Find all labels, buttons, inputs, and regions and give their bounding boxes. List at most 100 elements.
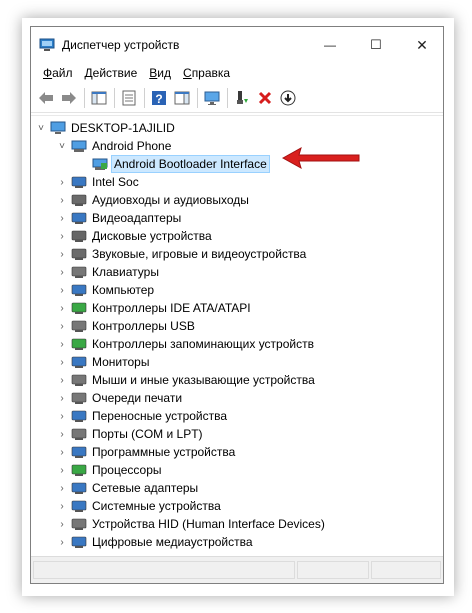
expand-chevron-icon[interactable]: › xyxy=(57,335,67,353)
forward-arrow-icon xyxy=(62,92,76,104)
action-pane-button[interactable] xyxy=(171,87,193,109)
tree-item-category[interactable]: › Контроллеры IDE ATA/ATAPI xyxy=(57,299,253,317)
sound-icon xyxy=(71,246,87,262)
update-driver-icon xyxy=(237,91,248,104)
maximize-button[interactable]: ☐ xyxy=(353,27,399,63)
network-adapter-icon xyxy=(71,480,87,496)
menu-bar: Файл Действие Вид Справка xyxy=(31,63,443,83)
category-label: Контроллеры запоминающих устройств xyxy=(92,337,314,351)
window-title: Диспетчер устройств xyxy=(62,38,180,52)
usb-device-icon xyxy=(92,156,108,172)
status-cell-3 xyxy=(371,561,441,579)
expand-chevron-icon[interactable]: › xyxy=(57,425,67,443)
expand-chevron-icon[interactable]: › xyxy=(57,191,67,209)
category-label: Видеоадаптеры xyxy=(92,211,182,225)
forward-button[interactable] xyxy=(58,87,80,109)
tree-item-category[interactable]: › Процессоры xyxy=(57,461,164,479)
back-button[interactable] xyxy=(35,87,57,109)
tree-item-category[interactable]: › Звуковые, игровые и видеоустройства xyxy=(57,245,308,263)
toolbar-separator xyxy=(114,88,115,108)
tree-item-category[interactable]: › Клавиатуры xyxy=(57,263,161,281)
expand-chevron-icon[interactable]: › xyxy=(57,497,67,515)
expand-chevron-icon[interactable]: › xyxy=(57,281,67,299)
expand-chevron-icon[interactable]: › xyxy=(57,443,67,461)
uninstall-device-button[interactable] xyxy=(254,87,276,109)
tree-item-category[interactable]: › Аудиовходы и аудиовыходы xyxy=(57,191,251,209)
expand-chevron-icon[interactable]: › xyxy=(57,263,67,281)
close-button[interactable]: ✕ xyxy=(399,27,445,63)
tree-item-category[interactable]: › Программные устройства xyxy=(57,443,237,461)
tree-item-category[interactable]: › Очереди печати xyxy=(57,389,184,407)
properties-icon xyxy=(122,90,136,106)
tree-item-category[interactable]: › Цифровые медиаустройства xyxy=(57,533,255,551)
category-label: Цифровые медиаустройства xyxy=(92,535,253,549)
tree-root[interactable]: ˅ DESKTOP-1AJILID xyxy=(36,119,177,137)
properties-button[interactable] xyxy=(118,87,140,109)
tree-item-category[interactable]: › Intel Soc xyxy=(57,173,141,191)
status-bar xyxy=(31,556,443,583)
help-button[interactable]: ? xyxy=(148,87,170,109)
tree-item-category[interactable]: › Системные устройства xyxy=(57,497,223,515)
mouse-icon xyxy=(71,372,87,388)
menu-view[interactable]: Вид xyxy=(143,66,177,80)
maximize-icon: ☐ xyxy=(370,37,382,52)
monitor-scan-icon xyxy=(204,91,220,105)
category-label: Переносные устройства xyxy=(92,409,228,423)
tree-item-category[interactable]: › Порты (COM и LPT) xyxy=(57,425,205,443)
expand-chevron-icon[interactable]: › xyxy=(57,299,67,317)
software-device-icon xyxy=(71,444,87,460)
android-phone-label: Android Phone xyxy=(92,139,172,153)
tree-item-category[interactable]: › Сетевые адаптеры xyxy=(57,479,200,497)
menu-action[interactable]: Действие xyxy=(79,66,144,80)
tree-item-category[interactable]: › Видеоадаптеры xyxy=(57,209,183,227)
category-label: Сетевые адаптеры xyxy=(92,481,199,495)
tree-item-android-phone[interactable]: ˅ Android Phone xyxy=(57,137,173,155)
update-driver-button[interactable] xyxy=(231,87,253,109)
collapse-chevron-icon[interactable]: ˅ xyxy=(36,119,46,137)
title-bar[interactable]: Диспетчер устройств — ☐ ✕ xyxy=(31,27,443,63)
collapse-chevron-icon[interactable]: ˅ xyxy=(57,137,67,155)
expand-chevron-icon[interactable]: › xyxy=(57,515,67,533)
expand-chevron-icon[interactable]: › xyxy=(57,533,67,551)
toolbar-separator xyxy=(227,88,228,108)
category-label: Устройства HID (Human Interface Devices) xyxy=(92,517,325,531)
tree-item-category[interactable]: › Мыши и иные указывающие устройства xyxy=(57,371,317,389)
device-tree[interactable]: ˅ DESKTOP-1AJILID ˅ Android Phone Androi… xyxy=(31,115,443,557)
processor-icon xyxy=(71,462,87,478)
show-hide-console-tree-button[interactable] xyxy=(88,87,110,109)
category-label: Клавиатуры xyxy=(92,265,159,279)
red-pointer-arrow-icon xyxy=(281,146,360,170)
tree-item-category[interactable]: › Переносные устройства xyxy=(57,407,229,425)
tree-item-category[interactable]: › Мониторы xyxy=(57,353,151,371)
expand-chevron-icon[interactable]: › xyxy=(57,371,67,389)
speaker-icon xyxy=(71,192,87,208)
tree-item-android-bootloader-interface[interactable]: Android Bootloader Interface xyxy=(88,155,270,173)
menu-file[interactable]: Файл xyxy=(37,66,79,80)
category-label: Процессоры xyxy=(92,463,162,477)
android-bootloader-interface-label: Android Bootloader Interface xyxy=(111,155,270,173)
red-x-icon xyxy=(258,91,272,105)
tree-item-category[interactable]: › Контроллеры USB xyxy=(57,317,197,335)
minimize-button[interactable]: — xyxy=(307,27,353,63)
expand-chevron-icon[interactable]: › xyxy=(57,227,67,245)
expand-chevron-icon[interactable]: › xyxy=(57,407,67,425)
back-arrow-icon xyxy=(39,92,53,104)
disable-device-button[interactable] xyxy=(277,87,299,109)
expand-chevron-icon[interactable]: › xyxy=(57,209,67,227)
expand-chevron-icon[interactable]: › xyxy=(57,173,67,191)
display-adapter-icon xyxy=(71,210,87,226)
tree-item-category[interactable]: › Контроллеры запоминающих устройств xyxy=(57,335,316,353)
expand-chevron-icon[interactable]: › xyxy=(57,479,67,497)
media-device-icon xyxy=(71,534,87,550)
expand-chevron-icon[interactable]: › xyxy=(57,245,67,263)
scan-hardware-button[interactable] xyxy=(201,87,223,109)
tree-item-category[interactable]: › Дисковые устройства xyxy=(57,227,214,245)
expand-chevron-icon[interactable]: › xyxy=(57,389,67,407)
tree-item-category[interactable]: › Компьютер xyxy=(57,281,156,299)
tree-item-category[interactable]: › Устройства HID (Human Interface Devices… xyxy=(57,515,327,533)
expand-chevron-icon[interactable]: › xyxy=(57,353,67,371)
menu-help[interactable]: Справка xyxy=(177,66,236,80)
expand-chevron-icon[interactable]: › xyxy=(57,461,67,479)
expand-chevron-icon[interactable]: › xyxy=(57,317,67,335)
toolbar-separator xyxy=(197,88,198,108)
